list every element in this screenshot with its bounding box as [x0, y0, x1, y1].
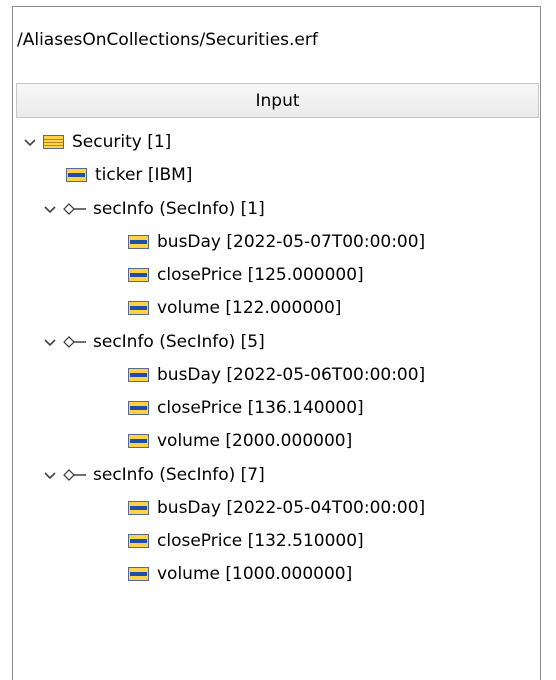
field-icon — [128, 268, 149, 282]
chevron-down-icon[interactable] — [43, 335, 57, 349]
tree-node-label: volume [2000.000000] — [157, 431, 353, 451]
input-column-header[interactable]: Input — [16, 83, 539, 118]
file-path-label: /AliasesOnCollections/Securities.erf — [17, 30, 318, 50]
tree-node-closeprice[interactable]: closePrice [125.000000] — [128, 260, 364, 290]
chevron-down-icon[interactable] — [43, 202, 57, 216]
record-icon — [43, 135, 64, 149]
field-icon — [128, 235, 149, 249]
field-icon — [128, 401, 149, 415]
tree-node-label: volume [122.000000] — [157, 298, 342, 318]
tree-node-label: Security [1] — [72, 132, 172, 152]
tree-node-closeprice[interactable]: closePrice [132.510000] — [128, 526, 364, 556]
tree-node-ticker[interactable]: ticker [IBM] — [66, 160, 192, 190]
input-header-label: Input — [255, 90, 300, 111]
tree-node-label: busDay [2022-05-04T00:00:00] — [157, 498, 426, 518]
tree-node-busday[interactable]: busDay [2022-05-07T00:00:00] — [128, 227, 425, 257]
tree-node-label: ticker [IBM] — [95, 165, 193, 185]
field-icon — [66, 168, 87, 182]
tree-node-label: secInfo (SecInfo) [1] — [93, 199, 265, 219]
tree-node-volume[interactable]: volume [122.000000] — [128, 293, 341, 323]
tree-node-volume[interactable]: volume [1000.000000] — [128, 559, 352, 589]
tree-node-label: closePrice [132.510000] — [157, 531, 364, 551]
chevron-down-icon[interactable] — [23, 135, 37, 149]
tree-node-label: busDay [2022-05-07T00:00:00] — [157, 232, 426, 252]
tree-node-closeprice[interactable]: closePrice [136.140000] — [128, 393, 364, 423]
tree-node-label: volume [1000.000000] — [157, 564, 353, 584]
tree-node-volume[interactable]: volume [2000.000000] — [128, 426, 352, 456]
field-icon — [128, 434, 149, 448]
chevron-down-icon[interactable] — [43, 468, 57, 482]
tree-node-busday[interactable]: busDay [2022-05-06T00:00:00] — [128, 360, 425, 390]
relationship-icon — [63, 469, 86, 481]
tree-node-secinfo-1[interactable]: secInfo (SecInfo) [1] — [43, 194, 265, 224]
tree-node-label: closePrice [125.000000] — [157, 265, 364, 285]
tree-node-busday[interactable]: busDay [2022-05-04T00:00:00] — [128, 493, 425, 523]
tree-node-secinfo-7[interactable]: secInfo (SecInfo) [7] — [43, 460, 265, 490]
field-icon — [128, 301, 149, 315]
tree-node-label: secInfo (SecInfo) [7] — [93, 465, 265, 485]
tree-node-label: closePrice [136.140000] — [157, 398, 364, 418]
tree-node-label: secInfo (SecInfo) [5] — [93, 332, 265, 352]
relationship-icon — [63, 203, 86, 215]
tree-node-security[interactable]: Security [1] — [23, 127, 171, 157]
relationship-icon — [63, 336, 86, 348]
field-icon — [128, 368, 149, 382]
field-icon — [128, 534, 149, 548]
field-icon — [128, 567, 149, 581]
tree-node-secinfo-5[interactable]: secInfo (SecInfo) [5] — [43, 327, 265, 357]
field-icon — [128, 501, 149, 515]
tree-node-label: busDay [2022-05-06T00:00:00] — [157, 365, 426, 385]
